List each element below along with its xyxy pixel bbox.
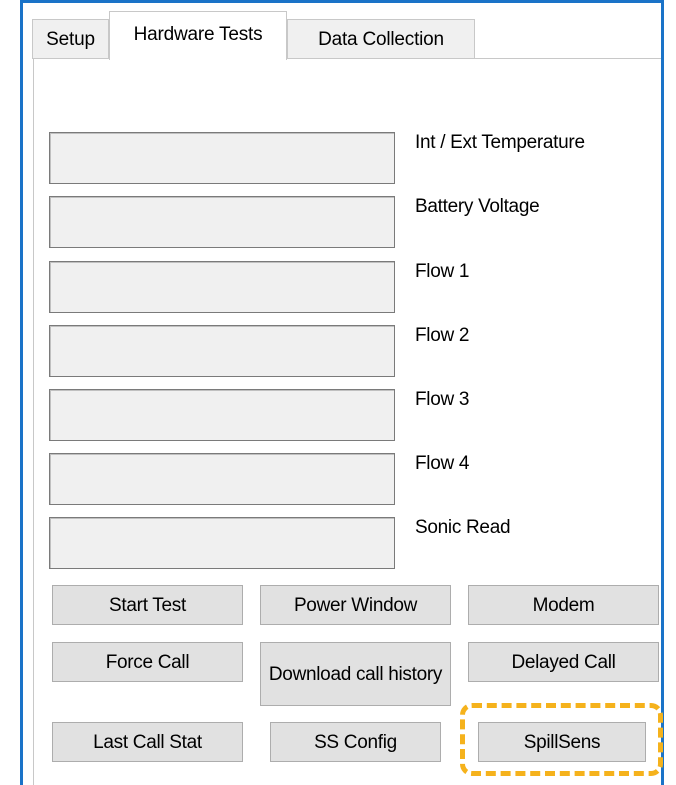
spillsens-button[interactable]: SpillSens [478, 722, 646, 762]
flow-2-label: Flow 2 [415, 325, 470, 346]
tab-data-collection[interactable]: Data Collection [287, 19, 475, 59]
battery-voltage-field[interactable] [49, 196, 395, 248]
tab-setup[interactable]: Setup [32, 19, 109, 59]
int-ext-temperature-label: Int / Ext Temperature [415, 132, 585, 153]
last-call-stat-button[interactable]: Last Call Stat [52, 722, 243, 762]
window-border-right [661, 0, 664, 785]
flow-1-label: Flow 1 [415, 261, 470, 282]
ss-config-button[interactable]: SS Config [270, 722, 441, 762]
flow-3-field[interactable] [49, 389, 395, 441]
sonic-read-field[interactable] [49, 517, 395, 569]
sonic-read-label: Sonic Read [415, 517, 511, 538]
flow-3-label: Flow 3 [415, 389, 470, 410]
flow-1-field[interactable] [49, 261, 395, 313]
window-border-left [20, 0, 23, 785]
download-call-history-button[interactable]: Download call history [260, 642, 451, 706]
tab-strip: Setup Hardware Tests Data Collection [23, 3, 661, 60]
int-ext-temperature-field[interactable] [49, 132, 395, 184]
flow-2-field[interactable] [49, 325, 395, 377]
power-window-button[interactable]: Power Window [260, 585, 451, 625]
force-call-button[interactable]: Force Call [52, 642, 243, 682]
start-test-button[interactable]: Start Test [52, 585, 243, 625]
tab-hardware-tests[interactable]: Hardware Tests [109, 11, 287, 60]
flow-4-field[interactable] [49, 453, 395, 505]
battery-voltage-label: Battery Voltage [415, 196, 540, 217]
delayed-call-button[interactable]: Delayed Call [468, 642, 659, 682]
modem-button[interactable]: Modem [468, 585, 659, 625]
flow-4-label: Flow 4 [415, 453, 470, 474]
